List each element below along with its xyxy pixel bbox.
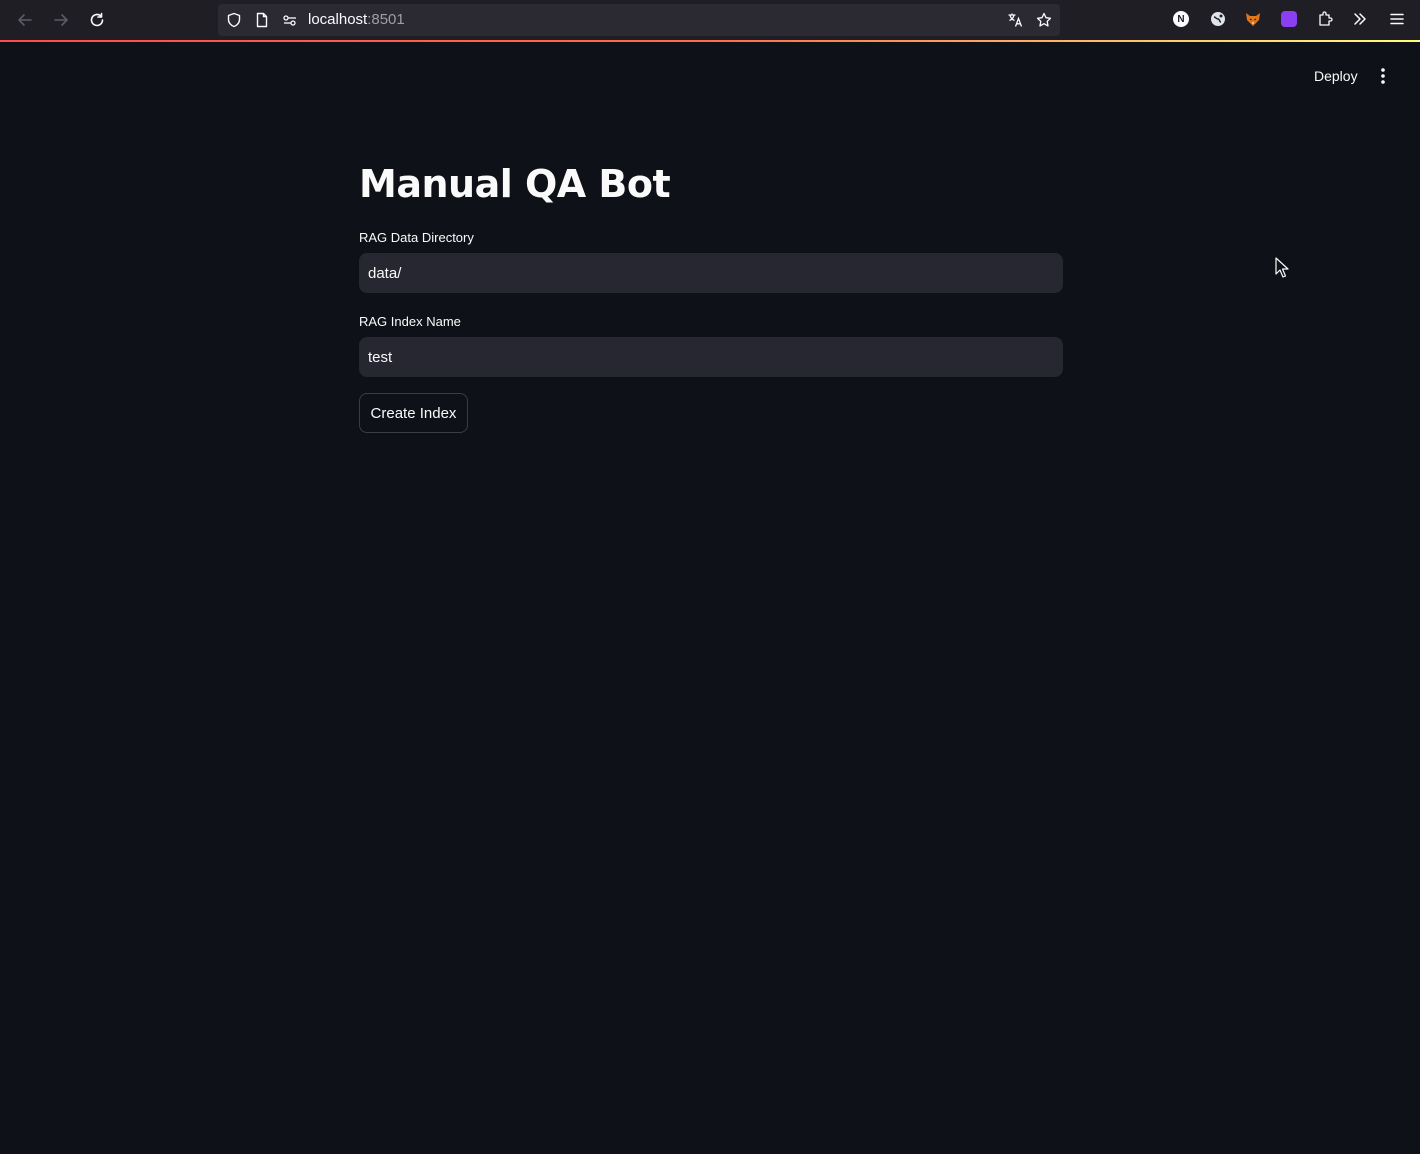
puzzle-icon[interactable] (1315, 9, 1335, 29)
app-decoration-bar (0, 40, 1420, 42)
shield-icon[interactable] (225, 11, 243, 29)
deploy-button[interactable]: Deploy (1302, 62, 1370, 90)
mouse-cursor-icon (1275, 257, 1289, 278)
url-port: :8501 (367, 11, 405, 28)
extension-fox-icon[interactable] (1243, 9, 1263, 29)
address-bar[interactable]: localhost:8501 (218, 4, 1060, 36)
data-directory-label: RAG Data Directory (359, 230, 474, 245)
url-text[interactable]: localhost:8501 (308, 11, 405, 29)
reload-icon (90, 12, 104, 27)
vertical-dots-icon (1381, 68, 1385, 84)
index-name-input[interactable] (359, 337, 1063, 377)
arrow-left-icon (18, 14, 32, 26)
forward-button[interactable] (49, 8, 73, 32)
main-menu-button[interactable] (1372, 64, 1394, 88)
permissions-icon[interactable] (281, 11, 299, 29)
index-name-label: RAG Index Name (359, 314, 461, 329)
back-button[interactable] (13, 8, 37, 32)
data-directory-input[interactable] (359, 253, 1063, 293)
hamburger-menu-icon[interactable] (1387, 9, 1407, 29)
page-icon[interactable] (253, 11, 271, 29)
create-index-button[interactable]: Create Index (359, 393, 468, 433)
url-host: localhost (308, 11, 368, 28)
star-icon[interactable] (1035, 11, 1053, 29)
translate-icon[interactable] (1006, 11, 1024, 29)
extension-purple-icon[interactable] (1279, 9, 1299, 29)
chevrons-right-icon[interactable] (1350, 9, 1370, 29)
arrow-right-icon (54, 14, 68, 26)
browser-toolbar: localhost:8501 N (0, 0, 1420, 40)
extension-globe-icon[interactable] (1208, 9, 1228, 29)
reload-button[interactable] (85, 8, 109, 32)
page-title: Manual QA Bot (359, 162, 671, 206)
extension-n-icon[interactable]: N (1171, 9, 1191, 29)
extension-n-letter: N (1173, 11, 1189, 27)
